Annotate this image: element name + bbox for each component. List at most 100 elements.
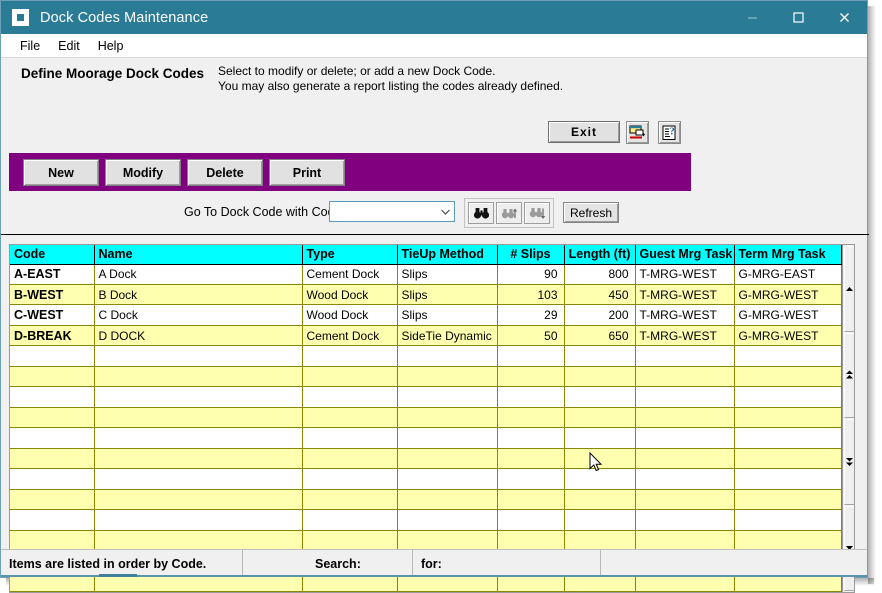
- cell-name: A Dock: [94, 264, 302, 284]
- cell-code: D-BREAK: [10, 325, 94, 345]
- column-header-tieup[interactable]: TieUp Method: [397, 245, 497, 264]
- cell-type: [302, 387, 397, 407]
- cell-tieup: [397, 448, 497, 468]
- table-header-row: Code Name Type TieUp Method # Slips Leng…: [10, 245, 841, 264]
- status-bar: Items are listed in order by Code. Searc…: [1, 549, 867, 577]
- find-button[interactable]: [468, 202, 494, 224]
- column-header-type[interactable]: Type: [302, 245, 397, 264]
- cell-term: [734, 510, 841, 530]
- cell-length: [564, 407, 635, 427]
- column-header-code[interactable]: Code: [10, 245, 94, 264]
- cell-tieup: [397, 346, 497, 366]
- cell-code: C-WEST: [10, 305, 94, 325]
- goto-label: Go To Dock Code with Code:: [184, 205, 345, 219]
- cell-type: [302, 489, 397, 509]
- cell-length: [564, 448, 635, 468]
- cell-guest: T-MRG-WEST: [635, 284, 734, 304]
- table-body: A-EASTA DockCement DockSlips90800T-MRG-W…: [10, 264, 841, 592]
- table-row[interactable]: B-WESTB DockWood DockSlips103450T-MRG-WE…: [10, 284, 841, 304]
- new-button[interactable]: New: [23, 159, 99, 186]
- cell-code: [10, 387, 94, 407]
- cell-type: [302, 346, 397, 366]
- cell-slips: [497, 346, 564, 366]
- maximize-button[interactable]: [775, 1, 821, 34]
- column-header-term[interactable]: Term Mrg Task: [734, 245, 841, 264]
- table-row[interactable]: [10, 407, 841, 427]
- cell-length: [564, 346, 635, 366]
- cell-type: [302, 428, 397, 448]
- application-window: Dock Codes Maintenance: [0, 0, 882, 588]
- minimize-button[interactable]: [729, 1, 775, 34]
- cell-term: [734, 346, 841, 366]
- table-row[interactable]: D-BREAKD DOCKCement DockSideTie Dynamic5…: [10, 325, 841, 345]
- cell-length: [564, 387, 635, 407]
- table-row[interactable]: A-EASTA DockCement DockSlips90800T-MRG-W…: [10, 264, 841, 284]
- cell-length: [564, 428, 635, 448]
- cell-name: [94, 469, 302, 489]
- section-divider: [1, 234, 869, 235]
- table-row[interactable]: [10, 510, 841, 530]
- cell-tieup: [397, 387, 497, 407]
- refresh-button[interactable]: Refresh: [563, 202, 619, 223]
- table-row[interactable]: [10, 469, 841, 489]
- cell-slips: [497, 366, 564, 386]
- page-description: Select to modify or delete; or add a new…: [218, 64, 563, 94]
- menu-item-help[interactable]: Help: [89, 37, 133, 55]
- cell-term: G-MRG-WEST: [734, 325, 841, 345]
- window-icon: [12, 9, 29, 26]
- column-header-guest[interactable]: Guest Mrg Task: [635, 245, 734, 264]
- column-header-length[interactable]: Length (ft): [564, 245, 635, 264]
- print-button[interactable]: Print: [269, 159, 345, 186]
- scroll-bottom-button[interactable]: [844, 419, 855, 505]
- window-shadow-right: [868, 6, 876, 584]
- delete-button[interactable]: Delete: [187, 159, 263, 186]
- cell-length: [564, 366, 635, 386]
- column-header-slips[interactable]: # Slips: [497, 245, 564, 264]
- cell-name: [94, 530, 302, 550]
- table-row[interactable]: C-WESTC DockWood DockSlips29200T-MRG-WES…: [10, 305, 841, 325]
- cell-type: Wood Dock: [302, 284, 397, 304]
- cell-term: [734, 489, 841, 509]
- find-next-button[interactable]: [524, 202, 550, 224]
- double-triangle-up-icon: [845, 370, 854, 380]
- cell-code: [10, 469, 94, 489]
- cell-type: [302, 366, 397, 386]
- cell-length: [564, 510, 635, 530]
- cell-term: [734, 428, 841, 448]
- grid-scroll-strip: [842, 245, 856, 592]
- table-row[interactable]: [10, 366, 841, 386]
- find-previous-button[interactable]: [496, 202, 522, 224]
- cell-term: [734, 387, 841, 407]
- menu-item-edit[interactable]: Edit: [49, 37, 89, 55]
- cell-name: [94, 510, 302, 530]
- close-button[interactable]: [821, 1, 867, 34]
- cell-term: G-MRG-WEST: [734, 305, 841, 325]
- cell-name: [94, 407, 302, 427]
- help-button[interactable]: ?: [658, 121, 681, 144]
- table-row[interactable]: [10, 387, 841, 407]
- modify-button[interactable]: Modify: [105, 159, 181, 186]
- table-row[interactable]: [10, 530, 841, 550]
- cell-term: [734, 448, 841, 468]
- minimize-icon: [746, 11, 759, 24]
- scroll-page-up-button[interactable]: [844, 246, 855, 332]
- dock-codes-table: Code Name Type TieUp Method # Slips Leng…: [10, 245, 842, 592]
- scroll-top-button[interactable]: [844, 333, 855, 419]
- cell-tieup: [397, 469, 497, 489]
- cell-code: A-EAST: [10, 264, 94, 284]
- status-extra: [601, 550, 867, 577]
- table-row[interactable]: [10, 428, 841, 448]
- menu-item-file[interactable]: File: [11, 37, 49, 55]
- report-button[interactable]: [626, 121, 649, 144]
- help-document-icon: ?: [661, 125, 678, 141]
- column-header-name[interactable]: Name: [94, 245, 302, 264]
- table-row[interactable]: [10, 346, 841, 366]
- cell-guest: [635, 366, 734, 386]
- cell-term: [734, 407, 841, 427]
- chevron-down-icon: [436, 208, 454, 216]
- goto-code-combobox[interactable]: [329, 201, 455, 222]
- table-row[interactable]: [10, 489, 841, 509]
- table-row[interactable]: [10, 448, 841, 468]
- cell-guest: [635, 530, 734, 550]
- exit-button[interactable]: Exit: [548, 121, 620, 143]
